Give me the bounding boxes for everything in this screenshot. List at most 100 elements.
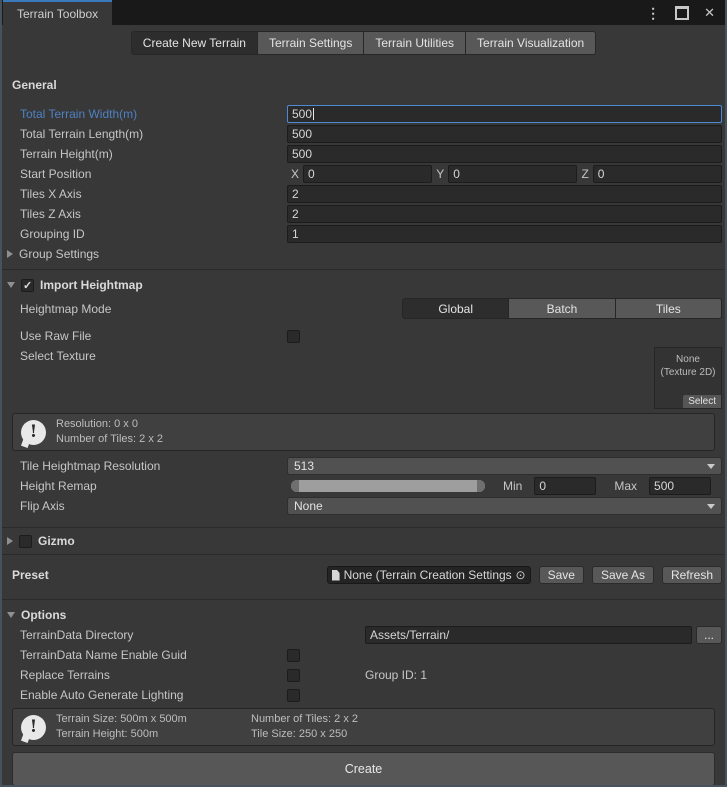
terraindata-directory-row: TerrainData Directory Assets/Terrain/ ..… — [2, 626, 722, 644]
height-remap-label: Height Remap — [2, 479, 287, 493]
flip-axis-dropdown[interactable]: None — [287, 497, 722, 515]
start-position-label: Start Position — [2, 167, 287, 181]
preset-file-icon — [332, 570, 340, 581]
tile-heightmap-resolution-dropdown[interactable]: 513 — [287, 457, 722, 475]
section-separator — [2, 554, 725, 555]
preset-object-field[interactable]: None (Terrain Creation Settings ⊙ — [327, 566, 531, 584]
heightmap-mode-batch-button[interactable]: Batch — [509, 298, 615, 319]
dropdown-value: 513 — [294, 459, 314, 473]
chevron-down-icon — [707, 464, 715, 469]
maximize-icon[interactable] — [675, 6, 689, 20]
heightmap-mode-tiles-button[interactable]: Tiles — [616, 298, 722, 319]
terrain-height-input[interactable]: 500 — [287, 145, 722, 163]
axis-x-label: X — [291, 167, 299, 181]
heightmap-mode-global-button[interactable]: Global — [402, 298, 509, 319]
tile-heightmap-resolution-row: Tile Heightmap Resolution 513 — [2, 457, 722, 475]
group-id-text: Group ID: 1 — [365, 668, 427, 682]
tab-label: Terrain Utilities — [375, 36, 454, 50]
gizmo-checkbox[interactable] — [19, 535, 32, 548]
heightmap-mode-row: Heightmap Mode Global Batch Tiles — [2, 298, 722, 319]
field-value: 0 — [598, 167, 605, 181]
terraindata-name-enable-guid-checkbox[interactable] — [287, 649, 300, 662]
text-caret — [313, 108, 314, 120]
grouping-id-input[interactable]: 1 — [287, 225, 722, 243]
max-label: Max — [614, 479, 637, 493]
enable-auto-generate-lighting-label: Enable Auto Generate Lighting — [2, 688, 287, 702]
tiles-x-axis-input[interactable]: 2 — [287, 185, 722, 203]
select-texture-row: Select Texture None (Texture 2D) Select — [2, 347, 722, 411]
number-of-tiles-text: Number of Tiles: 2 x 2 — [251, 712, 358, 727]
start-position-z-input[interactable]: 0 — [593, 165, 722, 183]
tile-size-text: Tile Size: 250 x 250 — [251, 727, 358, 742]
window-tab[interactable]: Terrain Toolbox — [3, 0, 112, 25]
texture-none-label: None (Texture 2D) — [655, 348, 721, 395]
terraindata-directory-label: TerrainData Directory — [2, 628, 287, 642]
mode-label: Batch — [547, 302, 578, 316]
group-settings-label: Group Settings — [19, 247, 99, 261]
texture-select-button[interactable]: Select — [683, 395, 721, 408]
object-picker-icon[interactable]: ⊙ — [514, 568, 528, 582]
tile-heightmap-resolution-label: Tile Heightmap Resolution — [2, 459, 287, 473]
tab-terrain-utilities[interactable]: Terrain Utilities — [364, 31, 466, 55]
terraindata-guid-row: TerrainData Name Enable Guid — [2, 646, 722, 664]
field-value: 2 — [292, 187, 299, 201]
chevron-down-icon — [707, 504, 715, 509]
total-terrain-width-label: Total Terrain Width(m) — [2, 107, 287, 121]
height-remap-slider[interactable] — [291, 480, 485, 492]
preset-refresh-button[interactable]: Refresh — [662, 566, 722, 584]
tiles-z-axis-input[interactable]: 2 — [287, 205, 722, 223]
titlebar-icons: ⋮ ✕ — [646, 0, 725, 25]
foldout-collapsed-icon[interactable] — [7, 537, 13, 545]
heightmap-mode-segmented-control: Global Batch Tiles — [402, 298, 722, 319]
tab-label: Terrain Settings — [269, 36, 352, 50]
field-value: 0 — [539, 479, 546, 493]
close-icon[interactable]: ✕ — [704, 6, 715, 19]
info-icon — [21, 420, 46, 445]
section-separator — [2, 269, 725, 270]
use-raw-file-row: Use Raw File — [2, 327, 722, 345]
heightmap-info-box: Resolution: 0 x 0 Number of Tiles: 2 x 2 — [12, 413, 715, 451]
heightmap-info-text: Resolution: 0 x 0 Number of Tiles: 2 x 2 — [56, 417, 163, 447]
height-remap-max-input[interactable]: 500 — [649, 477, 711, 495]
texture-object-field[interactable]: None (Texture 2D) Select — [654, 347, 722, 409]
terraindata-directory-input[interactable]: Assets/Terrain/ — [365, 626, 692, 644]
auto-generate-lighting-row: Enable Auto Generate Lighting — [2, 686, 722, 704]
preset-save-as-button[interactable]: Save As — [592, 566, 654, 584]
group-settings-foldout[interactable]: Group Settings — [2, 245, 722, 263]
tiles-info: Number of Tiles: 2 x 2 — [56, 432, 163, 447]
height-remap-min-input[interactable]: 0 — [534, 477, 596, 495]
foldout-collapsed-icon — [7, 250, 13, 258]
foldout-expanded-icon[interactable] — [7, 612, 15, 618]
field-value: 2 — [292, 207, 299, 221]
tab-create-new-terrain[interactable]: Create New Terrain — [131, 31, 258, 55]
terraindata-name-enable-guid-label: TerrainData Name Enable Guid — [2, 648, 287, 662]
import-heightmap-checkbox[interactable] — [21, 279, 34, 292]
texture-none-line1: None — [655, 353, 721, 366]
enable-auto-generate-lighting-checkbox[interactable] — [287, 689, 300, 702]
total-terrain-length-input[interactable]: 500 — [287, 125, 722, 143]
tab-terrain-settings[interactable]: Terrain Settings — [258, 31, 364, 55]
field-row-tiles-z: Tiles Z Axis 2 — [2, 205, 722, 223]
total-terrain-width-input[interactable]: 500 — [287, 105, 722, 123]
start-position-y-input[interactable]: 0 — [448, 165, 577, 183]
browse-directory-button[interactable]: ... — [696, 626, 722, 644]
field-row-grouping-id: Grouping ID 1 — [2, 225, 722, 243]
field-row-start-position: Start Position X 0 Y 0 Z 0 — [2, 165, 722, 183]
mode-label: Tiles — [656, 302, 681, 316]
window-menu-icon[interactable]: ⋮ — [646, 6, 660, 20]
preset-save-button[interactable]: Save — [539, 566, 584, 584]
grouping-id-label: Grouping ID — [2, 227, 287, 241]
info-icon — [21, 715, 46, 740]
tab-terrain-visualization[interactable]: Terrain Visualization — [466, 31, 596, 55]
toolbox-tabbar: Create New Terrain Terrain Settings Terr… — [2, 25, 725, 60]
summary-column-left: Terrain Size: 500m x 500m Terrain Height… — [56, 712, 251, 742]
replace-terrains-checkbox[interactable] — [287, 669, 300, 682]
use-raw-file-checkbox[interactable] — [287, 330, 300, 343]
create-button[interactable]: Create — [12, 752, 715, 786]
start-position-x-input[interactable]: 0 — [303, 165, 432, 183]
flip-axis-label: Flip Axis — [2, 499, 287, 513]
foldout-expanded-icon[interactable] — [7, 282, 15, 288]
preset-object-value: None (Terrain Creation Settings — [344, 568, 514, 582]
gizmo-header: Gizmo — [2, 532, 722, 550]
total-terrain-length-label: Total Terrain Length(m) — [2, 127, 287, 141]
